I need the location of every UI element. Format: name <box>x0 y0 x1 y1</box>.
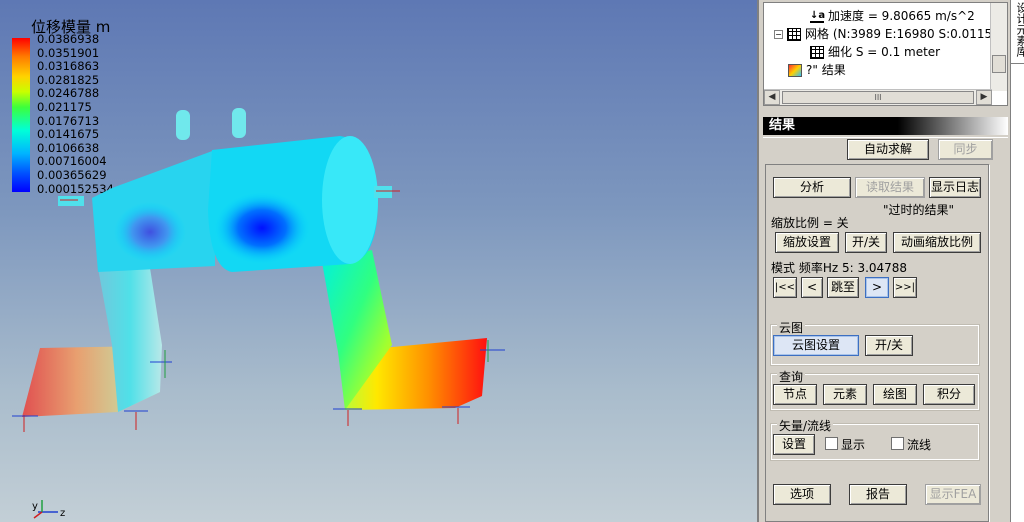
read-results-button[interactable]: 读取结果 <box>855 177 925 198</box>
mesh-icon <box>787 28 801 41</box>
tree-horizontal-scrollbar[interactable]: ◀ III ▶ <box>764 89 992 105</box>
tree-label: 细化 S = 0.1 meter <box>828 45 941 59</box>
scroll-right-icon[interactable]: ▶ <box>976 90 992 105</box>
auto-solve-button[interactable]: 自动求解 <box>847 139 929 160</box>
tree-item-acceleration[interactable]: ↓a 加速度 = 9.80665 m/s^2 <box>810 7 975 25</box>
first-mode-button[interactable]: |<< <box>773 277 797 298</box>
mode-frequency-label: 模式 频率Hz 5: 3.04788 <box>771 261 908 275</box>
scale-label: 缩放比例 = 关 <box>771 216 849 230</box>
scroll-thumb[interactable] <box>992 55 1006 73</box>
report-button[interactable]: 报告 <box>849 484 907 505</box>
fea-model[interactable]: y z <box>0 0 757 522</box>
show-log-button[interactable]: 显示日志 <box>929 177 981 198</box>
tree-item-refine[interactable]: 细化 S = 0.1 meter <box>810 43 940 61</box>
sync-button[interactable]: 同步 <box>938 139 993 160</box>
outdated-label: "过时的结果" <box>883 203 955 217</box>
axis-label-y: y <box>32 501 38 512</box>
tree-item-mesh[interactable]: − 网格 (N:3989 E:16980 S:0.01155 meter <box>774 25 1007 43</box>
axis-label-z: z <box>60 508 65 519</box>
results-icon <box>788 64 802 77</box>
tree-vertical-scrollbar[interactable] <box>990 3 1007 91</box>
next-mode-button[interactable]: > <box>865 277 889 298</box>
query-group-label: 查询 <box>777 368 806 385</box>
scroll-thumb[interactable]: III <box>782 91 974 104</box>
tree-label: 加速度 = 9.80665 m/s^2 <box>828 9 975 23</box>
vector-group-label: 矢量/流线 <box>777 417 834 434</box>
tree-label: ?" 结果 <box>806 63 846 77</box>
node-button[interactable]: 节点 <box>773 384 817 405</box>
analyze-button[interactable]: 分析 <box>773 177 851 198</box>
jump-to-button[interactable]: 跳至 <box>827 277 859 298</box>
scale-toggle-button[interactable]: 开/关 <box>845 232 887 253</box>
show-label: 显示 <box>841 438 866 452</box>
show-checkbox[interactable] <box>825 437 838 450</box>
acceleration-icon: ↓a <box>810 10 826 23</box>
tree-item-results[interactable]: ?" 结果 <box>788 61 846 79</box>
last-mode-button[interactable]: >>| <box>893 277 917 298</box>
contour-settings-button[interactable]: 云图设置 <box>773 335 859 356</box>
results-panel: ↓a 加速度 = 9.80665 m/s^2 − 网格 (N:3989 E:1698… <box>757 0 1010 522</box>
contour-toggle-button[interactable]: 开/关 <box>865 335 913 356</box>
animate-scale-button[interactable]: 动画缩放比例 <box>893 232 981 253</box>
scale-settings-button[interactable]: 缩放设置 <box>775 232 839 253</box>
scroll-left-icon[interactable]: ◀ <box>764 90 780 105</box>
side-tab-strip[interactable]: 设计元素库 <box>1010 0 1024 522</box>
side-tab-label: 设计元素库 <box>1015 2 1024 57</box>
vector-settings-button[interactable]: 设置 <box>773 434 815 455</box>
contour-group-label: 云图 <box>777 319 806 336</box>
3d-viewport[interactable]: 位移模量 m 0.0386938 0.0351901 0.0316863 0.0… <box>0 0 757 522</box>
integral-button[interactable]: 积分 <box>923 384 975 405</box>
element-button[interactable]: 元素 <box>823 384 867 405</box>
prev-mode-button[interactable]: < <box>801 277 823 298</box>
options-button[interactable]: 选项 <box>773 484 831 505</box>
tree-label: 网格 (N:3989 E:16980 S:0.01155 meter <box>805 27 1007 41</box>
collapse-icon[interactable]: − <box>774 30 783 39</box>
results-body: 自动求解 同步 分析 读取结果 显示日志 "过时的结果" 缩放比例 = 关 缩放… <box>763 137 1008 522</box>
refine-mesh-icon <box>810 46 824 59</box>
project-tree[interactable]: ↓a 加速度 = 9.80665 m/s^2 − 网格 (N:3989 E:1698… <box>763 2 1008 106</box>
show-fea-button[interactable]: 显示FEA <box>925 484 981 505</box>
streamline-label: 流线 <box>907 438 932 452</box>
streamline-checkbox[interactable] <box>891 437 904 450</box>
cylinder-end <box>322 136 378 264</box>
results-header: 结果 <box>763 117 1008 135</box>
plot-button[interactable]: 绘图 <box>873 384 917 405</box>
